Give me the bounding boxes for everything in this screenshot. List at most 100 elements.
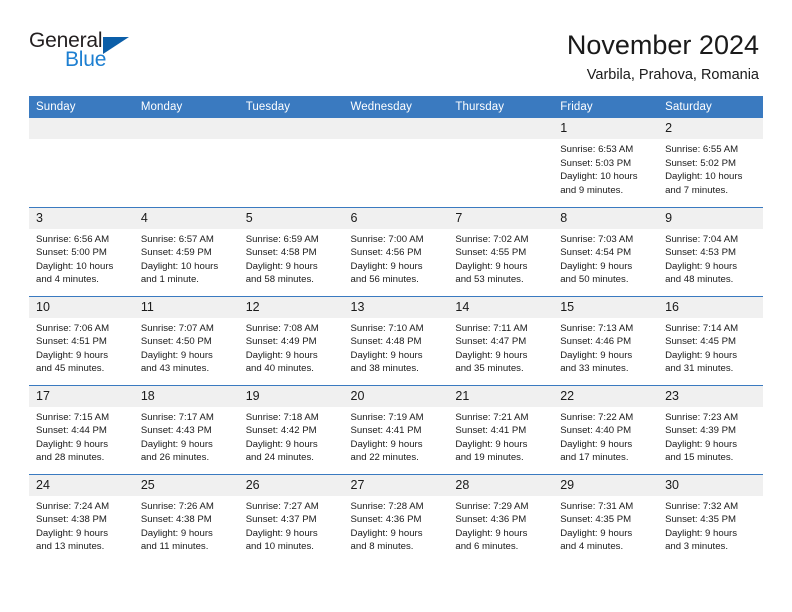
- day-number: 27: [343, 474, 449, 496]
- calendar-day-cell[interactable]: 7 Sunrise: 7:02 AM Sunset: 4:55 PM Daylight…: [448, 206, 554, 296]
- day-sunset-text: Sunset: 4:55 PM: [455, 247, 527, 259]
- day-daylight2-text: and 10 minutes.: [245, 541, 314, 553]
- calendar-day-cell[interactable]: 5 Sunrise: 6:59 AM Sunset: 4:58 PM Daylight…: [238, 206, 344, 296]
- day-number: 28: [448, 474, 554, 496]
- calendar-day-cell[interactable]: 8 Sunrise: 7:03 AM Sunset: 4:54 PM Daylight…: [553, 206, 659, 296]
- calendar-day-cell[interactable]: 2 Sunrise: 6:55 AM Sunset: 5:02 PM Daylight…: [658, 118, 763, 207]
- day-number: 2: [658, 118, 763, 139]
- day-details: Sunrise: 7:31 AM Sunset: 4:35 PM Daylight:…: [553, 496, 658, 554]
- day-daylight2-text: and 3 minutes.: [665, 541, 728, 553]
- calendar-day-cell[interactable]: 22 Sunrise: 7:22 AM Sunset: 4:40 PM Dayligh…: [553, 384, 659, 474]
- calendar-day-cell[interactable]: 30 Sunrise: 7:32 AM Sunset: 4:35 PM Dayligh…: [658, 473, 763, 563]
- day-sunrise-text: Sunrise: 7:21 AM: [455, 411, 529, 423]
- calendar-day-cell[interactable]: 18 Sunrise: 7:17 AM Sunset: 4:43 PM Dayligh…: [133, 384, 239, 474]
- day-daylight1-text: Daylight: 10 hours: [665, 171, 743, 183]
- day-daylight2-text: and 8 minutes.: [350, 541, 414, 553]
- calendar-day-cell[interactable]: 17 Sunrise: 7:15 AM Sunset: 4:44 PM Dayligh…: [29, 384, 134, 474]
- day-daylight1-text: Daylight: 10 hours: [36, 260, 114, 272]
- day-daylight2-text: and 28 minutes.: [36, 452, 105, 464]
- general-blue-logo[interactable]: General Blue: [29, 30, 149, 76]
- calendar-header-row: Sunday Monday Tuesday Wednesday Thursday…: [29, 96, 763, 118]
- day-daylight2-text: and 1 minute.: [140, 274, 199, 286]
- day-daylight1-text: Daylight: 9 hours: [455, 349, 528, 361]
- day-daylight2-text: and 56 minutes.: [350, 274, 419, 286]
- calendar-day-cell[interactable]: 16 Sunrise: 7:14 AM Sunset: 4:45 PM Dayligh…: [658, 295, 763, 385]
- calendar-day-cell[interactable]: 9 Sunrise: 7:04 AM Sunset: 4:53 PM Daylight…: [658, 206, 763, 296]
- calendar-day-cell[interactable]: 4 Sunrise: 6:57 AM Sunset: 4:59 PM Daylight…: [133, 206, 239, 296]
- day-daylight1-text: Daylight: 9 hours: [665, 527, 738, 539]
- calendar-week-row: 1 Sunrise: 6:53 AM Sunset: 5:03 PM Daylight…: [29, 118, 763, 207]
- day-number: [343, 118, 449, 139]
- day-sunset-text: Sunset: 4:37 PM: [245, 514, 317, 526]
- day-daylight1-text: Daylight: 9 hours: [350, 527, 423, 539]
- day-details: Sunrise: 7:11 AM Sunset: 4:47 PM Daylight:…: [448, 318, 553, 376]
- calendar-day-cell[interactable]: 24 Sunrise: 7:24 AM Sunset: 4:38 PM Dayligh…: [29, 473, 134, 563]
- day-sunset-text: Sunset: 4:59 PM: [140, 247, 212, 259]
- day-sunrise-text: Sunrise: 7:07 AM: [140, 322, 214, 334]
- calendar-day-cell[interactable]: 11 Sunrise: 7:07 AM Sunset: 4:50 PM Dayligh…: [133, 295, 239, 385]
- day-details: Sunrise: 7:03 AM Sunset: 4:54 PM Daylight:…: [553, 229, 658, 287]
- calendar-page: General Blue November 2024 Varbila, Prah…: [0, 0, 792, 612]
- calendar-day-cell[interactable]: 27 Sunrise: 7:28 AM Sunset: 4:36 PM Dayligh…: [343, 473, 449, 563]
- day-number: 18: [133, 385, 239, 407]
- day-sunrise-text: Sunrise: 7:29 AM: [455, 500, 529, 512]
- calendar-day-cell[interactable]: 23 Sunrise: 7:23 AM Sunset: 4:39 PM Dayligh…: [658, 384, 763, 474]
- day-details: Sunrise: 6:53 AM Sunset: 5:03 PM Daylight:…: [553, 139, 658, 197]
- calendar-day-cell[interactable]: 10 Sunrise: 7:06 AM Sunset: 4:51 PM Dayligh…: [29, 295, 134, 385]
- day-number: 5: [238, 207, 344, 229]
- calendar-day-cell[interactable]: 19 Sunrise: 7:18 AM Sunset: 4:42 PM Dayligh…: [238, 384, 344, 474]
- calendar-day-cell[interactable]: 25 Sunrise: 7:26 AM Sunset: 4:38 PM Dayligh…: [133, 473, 239, 563]
- calendar-day-cell[interactable]: 29 Sunrise: 7:31 AM Sunset: 4:35 PM Dayligh…: [553, 473, 659, 563]
- calendar-body: 1 Sunrise: 6:53 AM Sunset: 5:03 PM Daylight…: [29, 118, 763, 563]
- day-sunset-text: Sunset: 4:47 PM: [455, 336, 527, 348]
- calendar-day-cell[interactable]: 28 Sunrise: 7:29 AM Sunset: 4:36 PM Dayligh…: [448, 473, 554, 563]
- day-details: Sunrise: 7:15 AM Sunset: 4:44 PM Daylight:…: [29, 407, 134, 465]
- logo-triangle-icon: [103, 37, 129, 54]
- calendar-day-cell[interactable]: 3 Sunrise: 6:56 AM Sunset: 5:00 PM Daylight…: [29, 206, 134, 296]
- day-daylight2-text: and 22 minutes.: [350, 452, 419, 464]
- weekday-header-thursday: Thursday: [448, 96, 554, 118]
- day-daylight1-text: Daylight: 9 hours: [350, 349, 423, 361]
- calendar-day-cell-empty: [343, 118, 449, 207]
- calendar-day-cell[interactable]: 1 Sunrise: 6:53 AM Sunset: 5:03 PM Daylight…: [553, 118, 659, 207]
- day-daylight1-text: Daylight: 9 hours: [140, 349, 213, 361]
- sunrise-sunset-calendar: Sunday Monday Tuesday Wednesday Thursday…: [29, 96, 763, 563]
- day-number: [238, 118, 344, 139]
- weekday-header-monday: Monday: [133, 96, 239, 118]
- calendar-day-cell[interactable]: 21 Sunrise: 7:21 AM Sunset: 4:41 PM Dayligh…: [448, 384, 554, 474]
- day-daylight2-text: and 26 minutes.: [140, 452, 210, 464]
- day-number: 30: [658, 474, 763, 496]
- day-daylight1-text: Daylight: 9 hours: [245, 438, 318, 450]
- calendar-day-cell[interactable]: 14 Sunrise: 7:11 AM Sunset: 4:47 PM Dayligh…: [448, 295, 554, 385]
- day-daylight2-text: and 6 minutes.: [455, 541, 519, 553]
- day-daylight1-text: Daylight: 10 hours: [560, 171, 638, 183]
- day-sunset-text: Sunset: 4:41 PM: [350, 425, 422, 437]
- day-daylight1-text: Daylight: 9 hours: [665, 438, 738, 450]
- day-sunrise-text: Sunrise: 7:10 AM: [350, 322, 424, 334]
- day-number: 11: [133, 296, 239, 318]
- day-sunrise-text: Sunrise: 7:17 AM: [140, 411, 214, 423]
- day-details: Sunrise: 7:07 AM Sunset: 4:50 PM Daylight:…: [134, 318, 239, 376]
- day-sunset-text: Sunset: 4:56 PM: [350, 247, 422, 259]
- day-details: Sunrise: 7:23 AM Sunset: 4:39 PM Daylight:…: [658, 407, 763, 465]
- day-sunrise-text: Sunrise: 7:00 AM: [350, 233, 424, 245]
- day-sunset-text: Sunset: 5:03 PM: [560, 157, 632, 169]
- day-details: Sunrise: 7:21 AM Sunset: 4:41 PM Daylight:…: [448, 407, 553, 465]
- day-sunrise-text: Sunrise: 7:24 AM: [36, 500, 110, 512]
- day-sunrise-text: Sunrise: 6:56 AM: [36, 233, 110, 245]
- calendar-day-cell[interactable]: 26 Sunrise: 7:27 AM Sunset: 4:37 PM Dayligh…: [238, 473, 344, 563]
- calendar-day-cell[interactable]: 6 Sunrise: 7:00 AM Sunset: 4:56 PM Daylight…: [343, 206, 449, 296]
- day-number: 6: [343, 207, 449, 229]
- title-block: November 2024 Varbila, Prahova, Romania: [567, 30, 759, 85]
- calendar-day-cell[interactable]: 20 Sunrise: 7:19 AM Sunset: 4:41 PM Dayligh…: [343, 384, 449, 474]
- day-number: 26: [238, 474, 344, 496]
- day-number: 9: [658, 207, 763, 229]
- calendar-day-cell[interactable]: 15 Sunrise: 7:13 AM Sunset: 4:46 PM Dayligh…: [553, 295, 659, 385]
- day-sunrise-text: Sunrise: 7:15 AM: [36, 411, 110, 423]
- day-daylight2-text: and 35 minutes.: [455, 363, 524, 375]
- day-daylight1-text: Daylight: 9 hours: [36, 349, 108, 361]
- weekday-header-saturday: Saturday: [658, 96, 763, 118]
- day-daylight2-text: and 45 minutes.: [36, 363, 105, 375]
- calendar-day-cell[interactable]: 12 Sunrise: 7:08 AM Sunset: 4:49 PM Dayligh…: [238, 295, 344, 385]
- calendar-day-cell[interactable]: 13 Sunrise: 7:10 AM Sunset: 4:48 PM Dayligh…: [343, 295, 449, 385]
